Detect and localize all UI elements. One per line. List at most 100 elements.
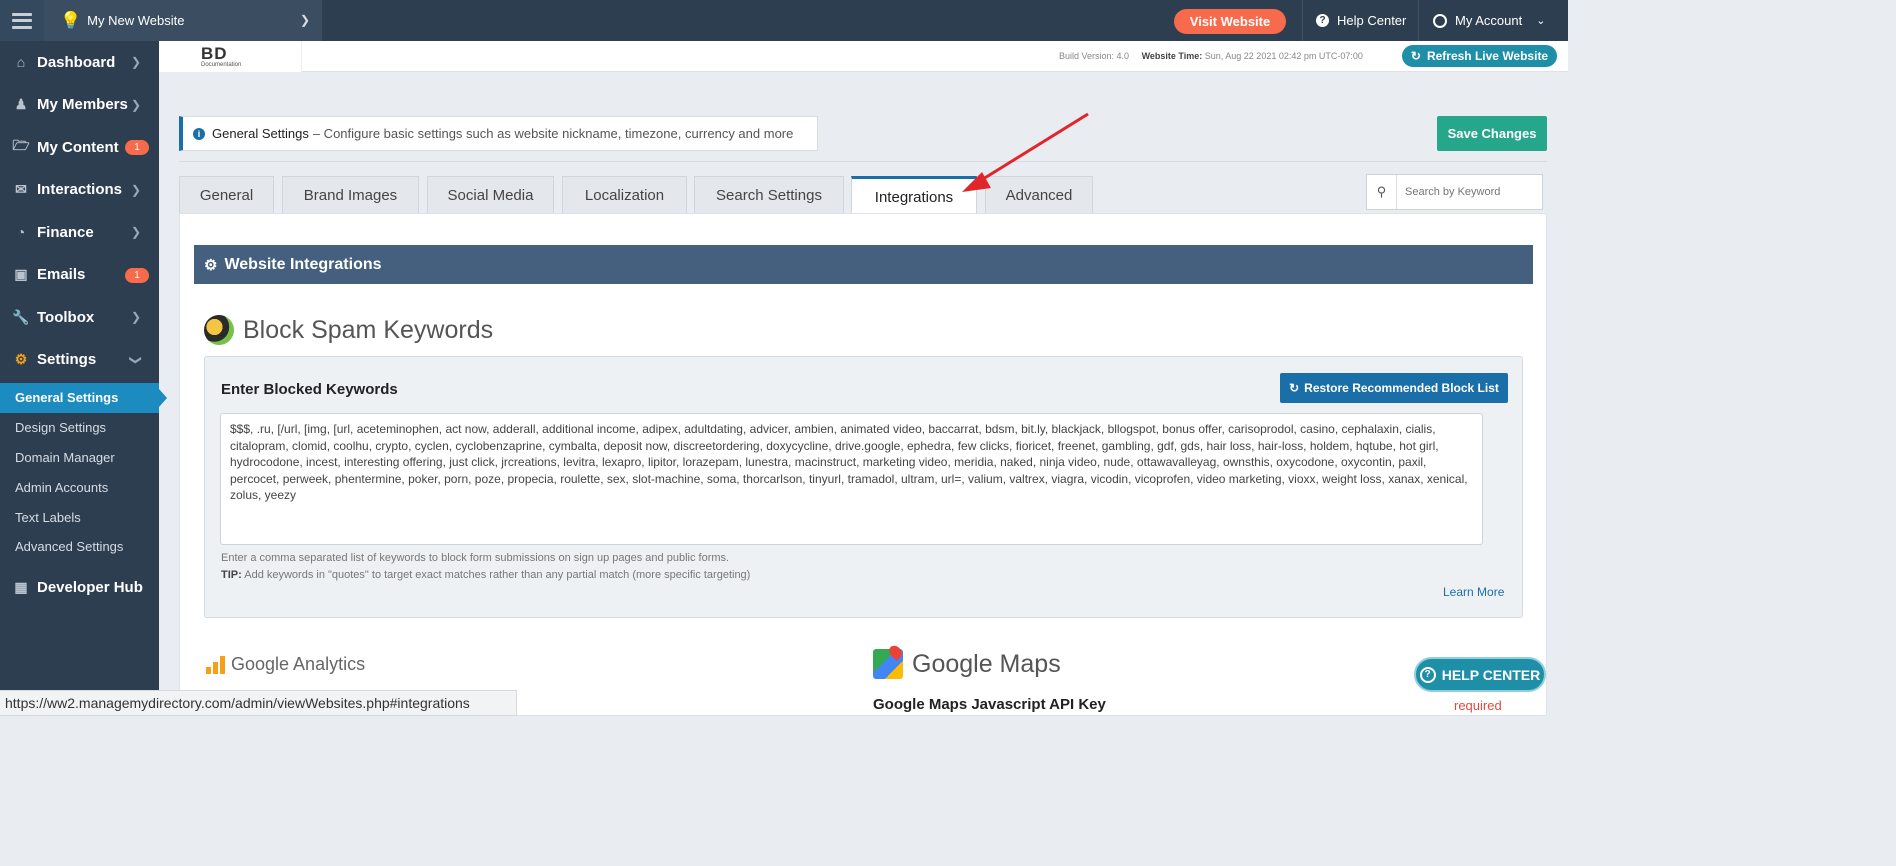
restore-block-list-button[interactable]: ↻ Restore Recommended Block List <box>1280 373 1508 403</box>
my-account-label: My Account <box>1455 13 1523 28</box>
spam-keywords-card: Enter Blocked Keywords ↻ Restore Recomme… <box>204 356 1523 618</box>
sidebar-item-developer-hub[interactable]: ▦ Developer Hub <box>0 566 159 609</box>
help-center-label: Help Center <box>1337 13 1407 28</box>
spam-heading: Block Spam Keywords <box>204 315 493 345</box>
integrations-panel: ⚙ Website Integrations Block Spam Keywor… <box>179 213 1547 716</box>
refresh-label: Refresh Live Website <box>1426 49 1549 63</box>
help-center-link[interactable]: ? Help Center <box>1316 0 1406 41</box>
sidebar-item-toolbox[interactable]: 🔧 Toolbox ❯ <box>0 296 159 339</box>
google-maps-title: Google Maps <box>912 649 1061 678</box>
google-analytics-heading: Google Analytics <box>206 654 365 675</box>
visit-website-button[interactable]: Visit Website <box>1174 9 1286 34</box>
info-icon: i <box>193 127 205 140</box>
save-changes-button[interactable]: Save Changes <box>1437 116 1547 151</box>
menu-toggle-button[interactable] <box>0 0 44 41</box>
help-center-float-button[interactable]: ? HELP CENTER <box>1414 657 1546 692</box>
section-title: Website Integrations <box>224 255 382 273</box>
sidebar-item-design-settings[interactable]: Design Settings <box>0 413 159 443</box>
home-icon: ⌂ <box>16 54 26 71</box>
tab-social-media[interactable]: Social Media <box>427 176 554 214</box>
sidebar-item-label: My Members <box>37 96 128 114</box>
chevron-down-icon: ❯ <box>128 354 143 365</box>
learn-more-link[interactable]: Learn More <box>1443 585 1504 599</box>
sidebar-item-advanced-settings[interactable]: Advanced Settings <box>0 532 159 562</box>
tab-general[interactable]: General <box>179 176 274 214</box>
refresh-icon: ↻ <box>1410 49 1421 63</box>
search-icon: ⚲ <box>1367 175 1397 209</box>
sidebar-item-my-members[interactable]: ♟ My Members ❯ <box>0 84 159 127</box>
info-banner: i General Settings – Configure basic set… <box>179 116 818 151</box>
tip-text: TIP: Add keywords in "quotes" to target … <box>221 569 750 581</box>
sidebar-item-text-labels[interactable]: Text Labels <box>0 502 159 532</box>
keyword-search: ⚲ <box>1366 174 1543 210</box>
tab-advanced[interactable]: Advanced <box>985 176 1093 214</box>
question-icon: ? <box>1316 14 1329 27</box>
user-circle-icon <box>1433 13 1447 28</box>
website-time-label: Website Time: <box>1141 51 1203 61</box>
folder-icon: 🗁 <box>12 137 30 154</box>
banner-text: – Configure basic settings such as websi… <box>312 126 794 141</box>
refresh-live-website-button[interactable]: ↻ Refresh Live Website <box>1402 45 1557 67</box>
chevron-right-icon: ❯ <box>130 55 141 70</box>
google-maps-icon <box>873 649 903 679</box>
sidebar-item-interactions[interactable]: ✉ Interactions ❯ <box>0 169 159 212</box>
chevron-right-icon: ❯ <box>130 97 141 112</box>
gears-icon: ⚙ <box>204 256 218 274</box>
divider <box>179 161 1547 162</box>
sidebar-item-label: Finance <box>37 223 94 241</box>
sidebar-item-label: Settings <box>37 351 97 369</box>
blocked-keywords-textarea[interactable]: $$$, .ru, [/url, [img, [url, aceteminoph… <box>220 413 1483 545</box>
build-version: Build Version: 4.0 <box>1059 51 1130 61</box>
chevron-down-icon: ❯ <box>299 13 310 27</box>
gear-icon: ⚙ <box>14 351 28 368</box>
google-maps-heading: Google Maps <box>873 649 1061 679</box>
tab-localization[interactable]: Localization <box>562 176 687 214</box>
website-name: My New Website <box>87 13 185 28</box>
search-input[interactable] <box>1397 186 1537 198</box>
question-icon: ? <box>1419 666 1436 683</box>
spam-title: Block Spam Keywords <box>243 315 494 344</box>
divider <box>1302 0 1303 41</box>
grid-icon: ▦ <box>14 578 28 595</box>
google-analytics-title: Google Analytics <box>231 654 366 674</box>
sidebar-item-general-settings[interactable]: General Settings <box>0 383 167 413</box>
subheader: BD Documentation Build Version: 4.0 Webs… <box>159 41 1568 72</box>
tip-label: TIP: <box>221 569 242 581</box>
my-account-menu[interactable]: My Account ⌄ <box>1433 0 1545 41</box>
logo-subtext: Documentation <box>201 62 242 68</box>
chevron-right-icon: ❯ <box>130 310 141 325</box>
sidebar-item-admin-accounts[interactable]: Admin Accounts <box>0 472 159 502</box>
sidebar-item-finance[interactable]: ◔ Finance ❯ <box>0 211 159 254</box>
count-badge: 1 <box>125 140 149 155</box>
tab-brand-images[interactable]: Brand Images <box>282 176 419 214</box>
lightbulb-icon: 💡 <box>60 10 82 30</box>
comments-icon: ✉ <box>15 181 27 198</box>
chevron-right-icon: ❯ <box>130 182 141 197</box>
divider <box>1418 0 1419 41</box>
banner-title: General Settings <box>212 126 309 141</box>
maps-api-key-label: Google Maps Javascript API Key <box>873 696 1106 713</box>
sidebar-item-domain-manager[interactable]: Domain Manager <box>0 443 159 473</box>
logo[interactable]: BD Documentation <box>159 41 302 72</box>
hamburger-icon <box>12 12 32 29</box>
wrench-icon: 🔧 <box>12 308 30 325</box>
chevron-down-icon: ⌄ <box>1536 15 1546 27</box>
tip-body: Add keywords in "quotes" to target exact… <box>244 569 751 581</box>
help-center-float-label: HELP CENTER <box>1441 666 1541 683</box>
website-selector[interactable]: 💡 My New Website ❯ <box>44 0 322 41</box>
sidebar-item-label: My Content <box>37 138 119 156</box>
google-analytics-icon <box>206 655 225 674</box>
sidebar-item-label: Emails <box>37 266 86 284</box>
tab-search-settings[interactable]: Search Settings <box>694 176 844 214</box>
sidebar-item-settings[interactable]: ⚙ Settings ❯ <box>0 339 159 382</box>
sidebar-item-label: Dashboard <box>37 53 116 71</box>
restore-label: Restore Recommended Block List <box>1304 381 1499 395</box>
required-label: required <box>1454 698 1502 713</box>
users-icon: ♟ <box>14 96 28 113</box>
sidebar-item-dashboard[interactable]: ⌂ Dashboard ❯ <box>0 41 159 84</box>
sidebar-item-my-content[interactable]: 🗁 My Content 1 <box>0 126 159 169</box>
build-info: Build Version: 4.0 Website Time: Sun, Au… <box>1059 51 1363 61</box>
tab-integrations[interactable]: Integrations <box>851 176 977 215</box>
sidebar-item-emails[interactable]: ▣ Emails 1 <box>0 254 159 297</box>
help-text: Enter a comma separated list of keywords… <box>221 552 730 564</box>
